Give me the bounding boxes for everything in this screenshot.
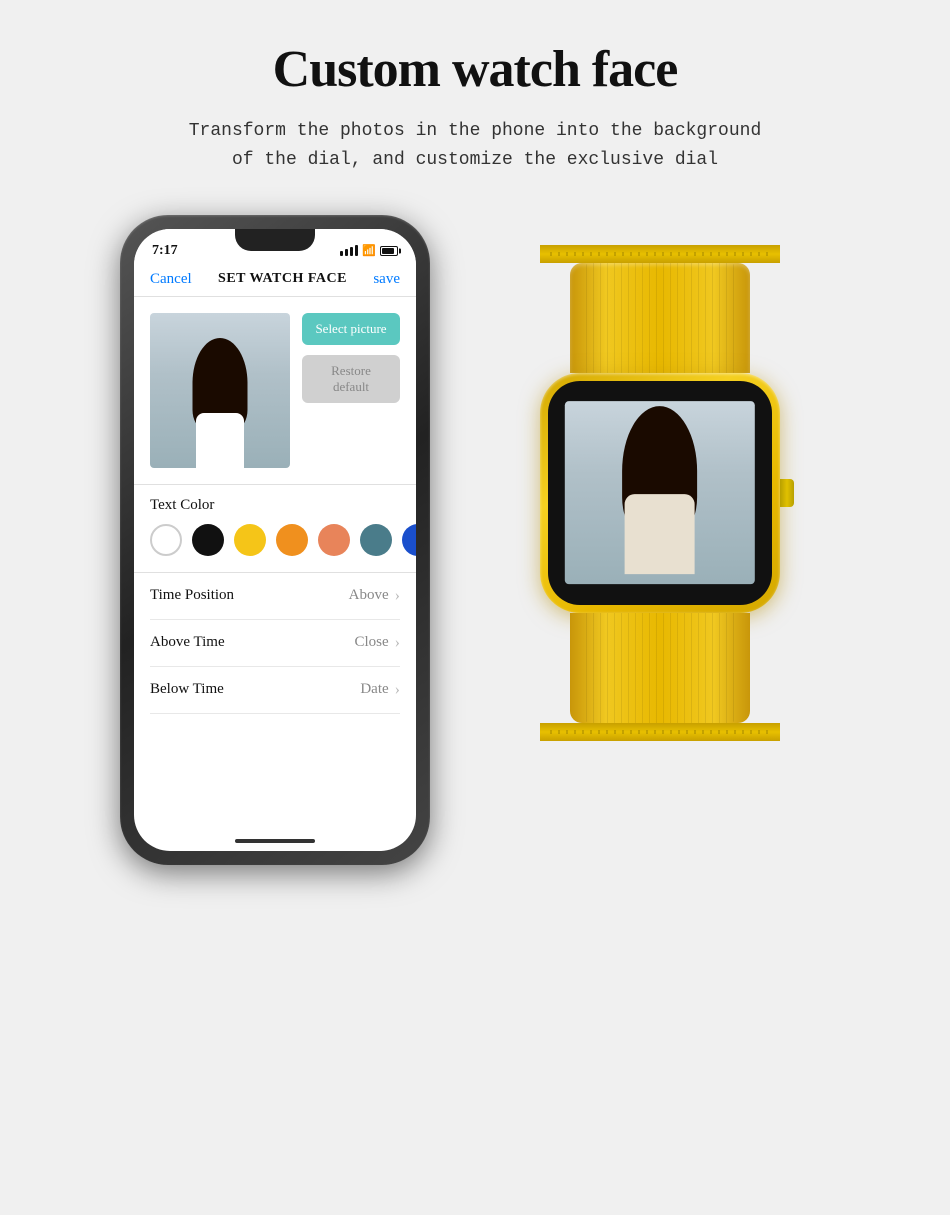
phone-header: Cancel SET WATCH FACE save (134, 267, 416, 297)
time-position-text: Above (349, 587, 389, 604)
home-bar (235, 839, 315, 843)
phone-body: Select picture Restore default Text Colo… (134, 297, 416, 833)
watch-band-bottom (570, 613, 750, 723)
image-area: Select picture Restore default (150, 313, 400, 468)
color-black[interactable] (192, 524, 224, 556)
band-top-connector-lines (550, 252, 770, 256)
above-time-label: Above Time (150, 634, 225, 651)
color-orange[interactable] (276, 524, 308, 556)
watch-face-photo (150, 313, 290, 468)
phone-time: 7:17 (152, 243, 178, 259)
chevron-icon: › (395, 587, 400, 605)
above-time-row[interactable]: Above Time Close › (150, 620, 400, 667)
girl-image (180, 338, 260, 468)
save-button[interactable]: save (373, 271, 400, 288)
watch-screen (548, 381, 772, 605)
cancel-button[interactable]: Cancel (150, 271, 192, 288)
color-dots (150, 524, 400, 556)
battery-icon (380, 246, 398, 256)
band-top-connector (540, 245, 780, 263)
below-time-label: Below Time (150, 681, 224, 698)
phone-inner: 7:17 📶 Cancel SET WATCH FA (134, 229, 416, 851)
photo-buttons: Select picture Restore default (302, 313, 400, 403)
color-yellow[interactable] (234, 524, 266, 556)
time-position-label: Time Position (150, 587, 234, 604)
band-bottom-connector-lines (550, 730, 770, 734)
watch-girl-image (565, 401, 755, 585)
color-blue[interactable] (402, 524, 416, 556)
time-position-row[interactable]: Time Position Above › (150, 573, 400, 620)
phone-status-icons: 📶 (340, 244, 398, 257)
time-position-value: Above › (349, 587, 400, 605)
wifi-icon: 📶 (362, 244, 376, 257)
below-time-row[interactable]: Below Time Date › (150, 667, 400, 714)
content-row: 7:17 📶 Cancel SET WATCH FA (40, 215, 910, 865)
chevron-icon-2: › (395, 634, 400, 652)
restore-default-button[interactable]: Restore default (302, 355, 400, 403)
color-teal[interactable] (360, 524, 392, 556)
text-color-label: Text Color (150, 497, 400, 514)
phone-outer: 7:17 📶 Cancel SET WATCH FA (120, 215, 430, 865)
select-picture-button[interactable]: Select picture (302, 313, 400, 345)
watch-crown (780, 479, 794, 507)
phone-screen-title: SET WATCH FACE (218, 271, 347, 287)
chevron-icon-3: › (395, 681, 400, 699)
watch-band-top (570, 263, 750, 373)
below-time-value: Date › (360, 681, 400, 699)
band-bottom-connector (540, 723, 780, 741)
signal-bars-icon (340, 245, 358, 256)
above-time-text: Close (355, 634, 389, 651)
above-time-value: Close › (355, 634, 401, 652)
page-container: Custom watch face Transform the photos i… (0, 0, 950, 1215)
phone-status-bar: 7:17 📶 (134, 229, 416, 267)
watch-photo (565, 401, 755, 585)
below-time-text: Date (360, 681, 388, 698)
color-salmon[interactable] (318, 524, 350, 556)
color-white[interactable] (150, 524, 182, 556)
phone-notch (235, 229, 315, 251)
phone: 7:17 📶 Cancel SET WATCH FA (120, 215, 430, 865)
main-title: Custom watch face (273, 40, 678, 99)
watch-case (540, 373, 780, 613)
subtitle: Transform the photos in the phone into t… (189, 117, 762, 175)
divider-1 (134, 484, 416, 485)
smartwatch (490, 245, 830, 741)
